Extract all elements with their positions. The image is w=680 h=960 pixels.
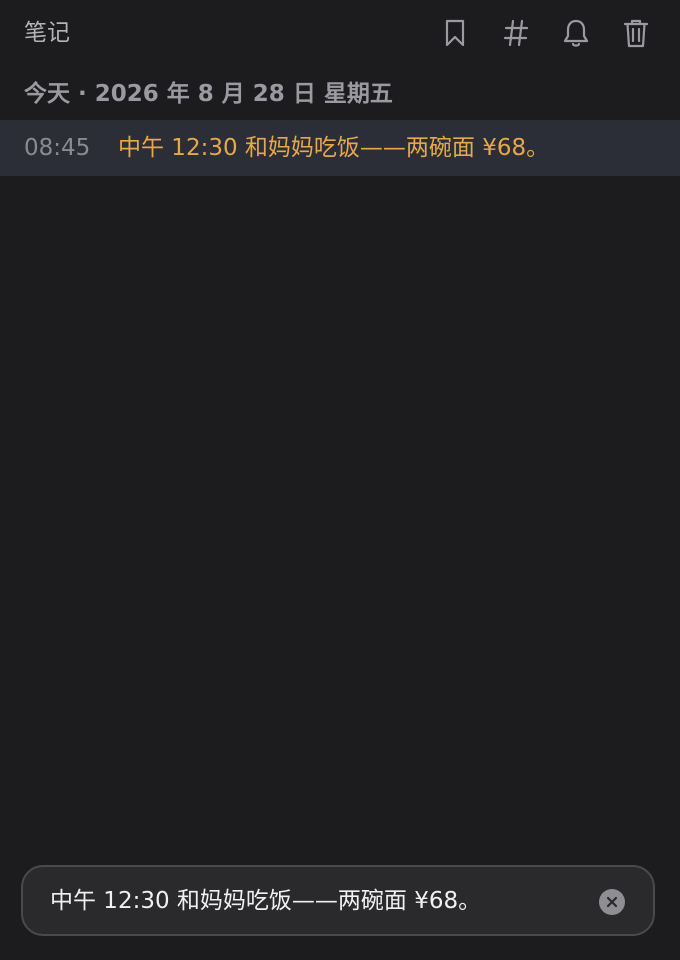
- note-row[interactable]: 08:45 中午 12:30 和妈妈吃饭——两碗面 ¥68。: [0, 120, 680, 176]
- bookmark-icon[interactable]: [436, 14, 474, 52]
- trash-icon[interactable]: [617, 14, 655, 52]
- hashtag-icon[interactable]: [497, 14, 535, 52]
- clear-icon[interactable]: [599, 889, 625, 915]
- bell-icon[interactable]: [557, 14, 595, 52]
- note-input[interactable]: 中午 12:30 和妈妈吃饭——两碗面 ¥68。: [21, 865, 655, 936]
- note-time: 08:45: [24, 135, 91, 161]
- app-title: 笔记: [24, 20, 70, 46]
- date-header: 今天 · 2026 年 8 月 28 日 星期五: [24, 81, 393, 107]
- note-input-value: 中午 12:30 和妈妈吃饭——两碗面 ¥68。: [50, 888, 482, 914]
- note-text: 中午 12:30 和妈妈吃饭——两碗面 ¥68。: [118, 135, 550, 161]
- top-bar: 笔记: [0, 0, 680, 68]
